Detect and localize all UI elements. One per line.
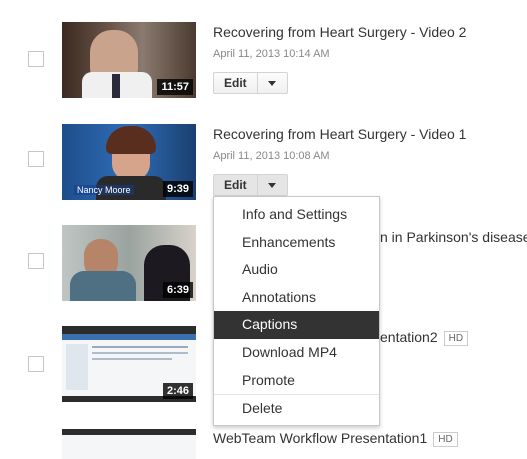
video-title[interactable]: Recovering from Heart Surgery - Video 1 xyxy=(213,126,466,142)
video-row-1: 11:57 Recovering from Heart Surgery - Vi… xyxy=(0,0,527,112)
video-thumbnail[interactable] xyxy=(62,429,196,459)
video-thumbnail[interactable]: 11:57 xyxy=(62,22,196,98)
select-checkbox[interactable] xyxy=(28,253,44,269)
duration-badge: 11:57 xyxy=(157,79,193,95)
menu-item-info-settings[interactable]: Info and Settings xyxy=(214,201,379,229)
video-title[interactable]: Recovering from Heart Surgery - Video 2 xyxy=(213,24,466,40)
video-title-text: entation2 xyxy=(380,329,438,345)
video-thumbnail[interactable]: 6:39 xyxy=(62,225,196,301)
speaker-nametag: Nancy Moore xyxy=(74,185,134,195)
video-thumbnail[interactable]: 2:46 xyxy=(62,326,196,402)
video-title[interactable]: n in Parkinson's disease xyxy=(380,229,527,245)
edit-button[interactable]: Edit xyxy=(214,73,258,93)
select-checkbox[interactable] xyxy=(28,151,44,167)
duration-badge: 2:46 xyxy=(162,383,193,399)
select-checkbox[interactable] xyxy=(28,356,44,372)
menu-item-captions[interactable]: Captions xyxy=(214,311,379,339)
video-date: April 11, 2013 10:08 AM xyxy=(213,150,330,162)
video-title[interactable]: entation2 HD xyxy=(380,329,469,346)
chevron-down-icon[interactable] xyxy=(258,175,287,195)
edit-button[interactable]: Edit xyxy=(214,175,258,195)
video-title-text: WebTeam Workflow Presentation1 xyxy=(213,430,428,446)
video-title[interactable]: WebTeam Workflow Presentation1 HD xyxy=(213,430,458,447)
edit-dropdown-menu: Info and Settings Enhancements Audio Ann… xyxy=(213,196,380,426)
menu-item-enhancements[interactable]: Enhancements xyxy=(214,229,379,257)
menu-item-download-mp4[interactable]: Download MP4 xyxy=(214,339,379,367)
chevron-down-icon[interactable] xyxy=(258,73,287,93)
duration-badge: 6:39 xyxy=(162,282,193,298)
menu-item-delete[interactable]: Delete xyxy=(214,395,379,423)
duration-badge: 9:39 xyxy=(162,181,193,197)
edit-button-group: Edit xyxy=(213,174,288,196)
video-thumbnail[interactable]: Nancy Moore 9:39 xyxy=(62,124,196,200)
select-checkbox[interactable] xyxy=(28,51,44,67)
edit-button-group: Edit xyxy=(213,72,288,94)
menu-item-annotations[interactable]: Annotations xyxy=(214,284,379,312)
video-date: April 11, 2013 10:14 AM xyxy=(213,48,330,60)
hd-badge: HD xyxy=(443,331,469,346)
menu-item-audio[interactable]: Audio xyxy=(214,256,379,284)
menu-item-promote[interactable]: Promote xyxy=(214,367,379,395)
